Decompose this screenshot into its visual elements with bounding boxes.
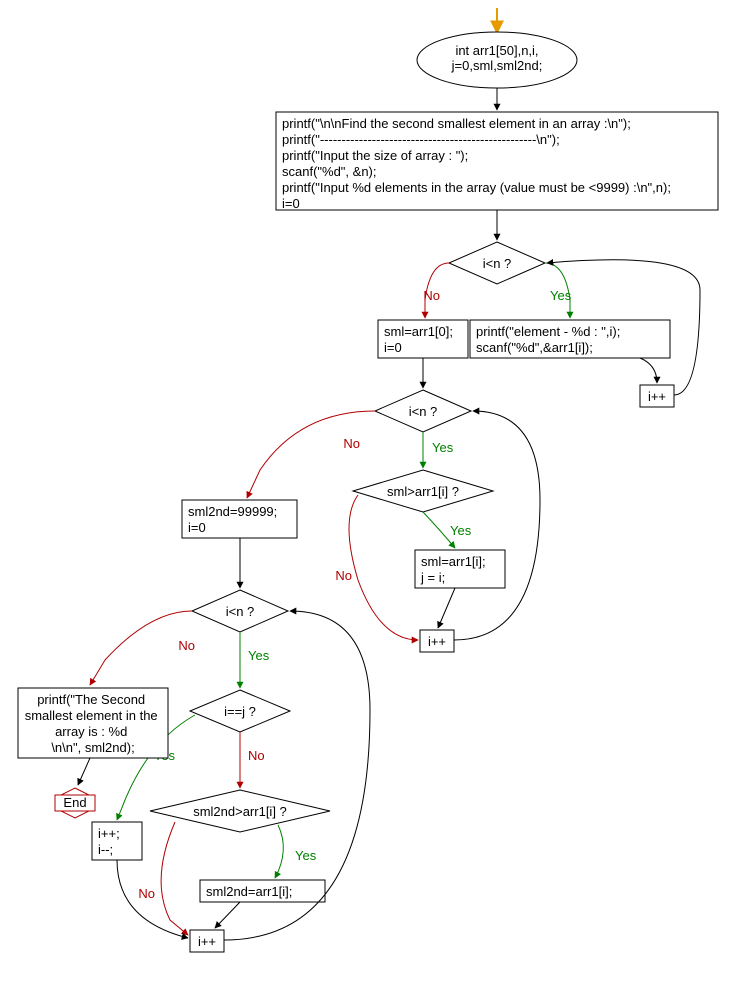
label-no-5: No [248, 748, 265, 763]
node-cond2: i<n ? [375, 390, 471, 432]
edge-setsml-inc2 [438, 588, 455, 628]
label-yes-4: Yes [248, 648, 270, 663]
node-inc3: i++ [190, 930, 224, 952]
node-inc2: i++ [420, 630, 454, 652]
edge-cond6-inc3 [161, 822, 188, 935]
edge-setsml2-inc3 [215, 902, 240, 928]
node-setsml: sml=arr1[i];j = i; [415, 550, 505, 588]
label-no-4: No [178, 638, 195, 653]
svg-text:End: End [63, 795, 86, 810]
svg-text:i<n ?: i<n ? [483, 256, 512, 271]
node-skip: i++;i--; [92, 822, 142, 860]
node-sml0: sml=arr1[0];i=0 [378, 320, 468, 358]
node-cond6: sml2nd>arr1[i] ? [150, 790, 330, 832]
node-cond5: i==j ? [190, 690, 290, 732]
edge-cond2-sml2 [247, 411, 375, 498]
svg-text:i++: i++ [428, 634, 446, 649]
svg-text:sml2nd=arr1[i];: sml2nd=arr1[i]; [206, 884, 292, 899]
node-setsml2: sml2nd=arr1[i]; [200, 880, 325, 902]
node-cond3: sml>arr1[i] ? [353, 470, 493, 512]
label-no-2: No [343, 436, 360, 451]
node-start: int arr1[50],n,i,j=0,sml,sml2nd; [417, 32, 577, 88]
node-cond1: i<n ? [449, 242, 545, 284]
label-no-3: No [335, 568, 352, 583]
svg-text:int arr1[50],n,i,j=0,sml,sml2n: int arr1[50],n,i,j=0,sml,sml2nd; [451, 43, 543, 73]
node-end: End [55, 788, 95, 818]
label-yes-1: Yes [550, 288, 572, 303]
edge-cond4-print [90, 611, 192, 685]
edge-print-end [78, 758, 90, 785]
node-print: printf("The Second smallest element in t… [18, 688, 168, 758]
svg-text:i++: i++ [198, 934, 216, 949]
edge-cond6-setsml2 [275, 825, 283, 878]
label-yes-2: Yes [432, 440, 454, 455]
label-yes-6: Yes [295, 848, 317, 863]
node-inc1: i++ [640, 385, 674, 407]
svg-text:i<n ?: i<n ? [226, 604, 255, 619]
svg-text:i++: i++ [648, 389, 666, 404]
svg-text:i<n ?: i<n ? [409, 404, 438, 419]
node-sml2: sml2nd=99999;i=0 [182, 500, 297, 538]
svg-text:sml2nd>arr1[i] ?: sml2nd>arr1[i] ? [193, 804, 287, 819]
edge-cond3-inc2 [349, 495, 418, 640]
svg-text:i==j ?: i==j ? [224, 704, 256, 719]
label-yes-3: Yes [450, 523, 472, 538]
node-init: printf("\n\nFind the second smallest ele… [276, 112, 718, 211]
svg-text:sml>arr1[i] ?: sml>arr1[i] ? [387, 484, 459, 499]
label-no-6: No [138, 886, 155, 901]
node-cond4: i<n ? [192, 590, 288, 632]
label-no-1: No [423, 288, 440, 303]
node-read: printf("element - %d : ",i);scanf("%d",&… [470, 320, 670, 358]
edge-read-inc1 [640, 358, 657, 383]
